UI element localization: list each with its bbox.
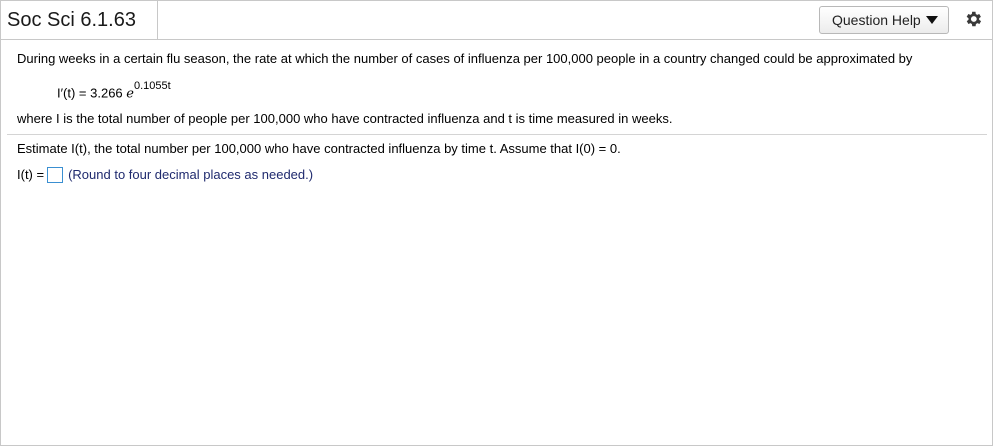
- question-intro: During weeks in a certain flu season, th…: [17, 51, 913, 66]
- rounding-hint: (Round to four decimal places as needed.…: [68, 167, 314, 182]
- page-title: Soc Sci 6.1.63: [7, 9, 136, 31]
- formula-base: e: [126, 86, 134, 102]
- question-panel: Soc Sci 6.1.63 Question Help During week…: [0, 0, 993, 446]
- answer-input[interactable]: [47, 167, 64, 183]
- section-divider: [7, 134, 987, 135]
- title-divider: [157, 1, 158, 39]
- answer-label: I(t) =: [17, 167, 45, 182]
- question-prompt: Estimate I(t), the total number per 100,…: [17, 141, 621, 156]
- gear-icon[interactable]: [963, 9, 983, 29]
- question-help-label: Question Help: [832, 12, 921, 28]
- answer-row: I(t) = (Round to four decimal places as …: [17, 165, 313, 185]
- rate-formula: I′(t) = 3.266 e0.1055t: [57, 80, 171, 102]
- question-definition: where I is the total number of people pe…: [17, 111, 673, 126]
- question-help-button[interactable]: Question Help: [819, 6, 949, 34]
- caret-down-icon: [925, 16, 938, 24]
- formula-lhs: I′(t) = 3.266: [57, 85, 127, 101]
- formula-exponent: 0.1055t: [133, 80, 171, 92]
- header-bar: Soc Sci 6.1.63 Question Help: [1, 1, 992, 40]
